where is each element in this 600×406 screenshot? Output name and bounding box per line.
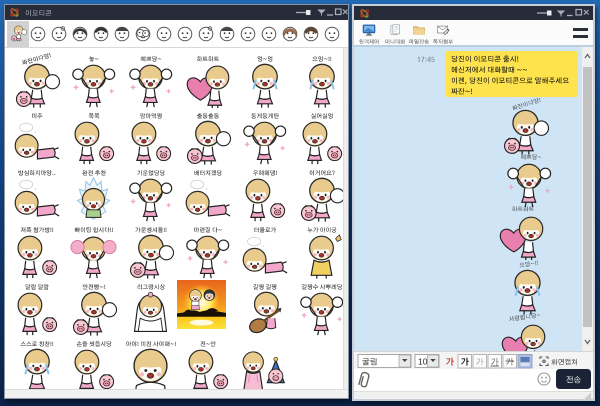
svg-text:10: 10 [418,357,428,367]
